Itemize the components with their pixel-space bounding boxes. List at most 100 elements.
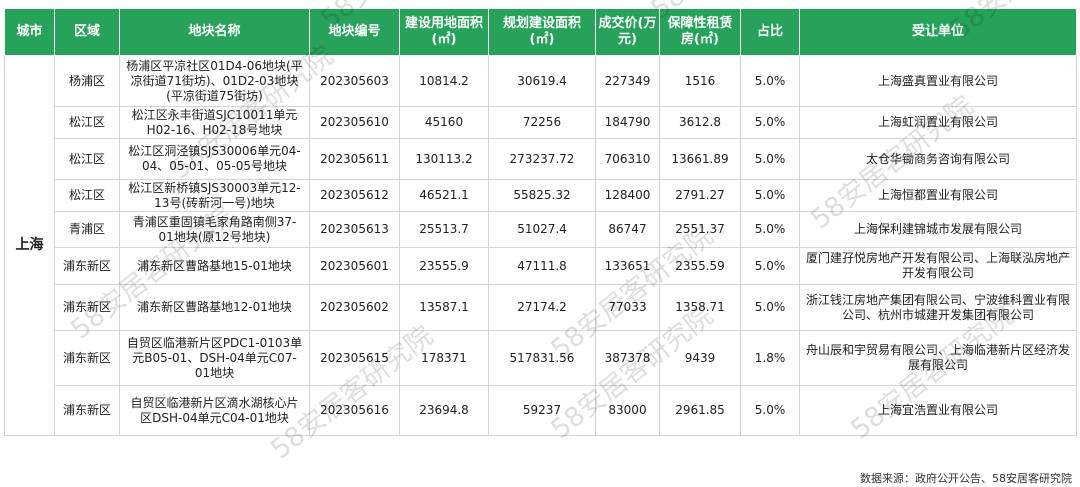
- rental-housing-cell: 1516: [659, 55, 741, 107]
- plot-name-cell: 杨浦区平凉社区01D4-06地块(平凉街道71街坊)、01D2-03地块(平凉街…: [119, 55, 310, 107]
- header-build-area-line: (㎡): [529, 32, 555, 47]
- buyer-cell: 上海宜浩置业有限公司: [799, 385, 1077, 436]
- rental-housing-cell: 13661.89: [659, 138, 741, 180]
- rental-housing-cell: 3612.8: [659, 106, 741, 139]
- price-cell: 77033: [595, 284, 660, 331]
- header-build-area: 规划建设面积 (㎡): [488, 8, 596, 56]
- build-area-cell: 30619.4: [488, 55, 596, 107]
- plot-code-cell: 202305601: [309, 247, 400, 285]
- header-rental-housing: 保障性租赁 房(㎡): [659, 8, 741, 56]
- data-source-note: 数据来源：政府公开公告、58安居客研究院: [860, 472, 1072, 485]
- land-area-cell: 23694.8: [399, 385, 489, 436]
- land-area-cell: 25513.7: [399, 211, 489, 248]
- build-area-cell: 27174.2: [488, 284, 596, 331]
- header-buyer-line: 受让单位: [911, 24, 964, 39]
- land-deal-table: 城市 区域 地块名称 地块编号 建设用地面积 (㎡) 规划建设面积 (㎡) 成交价(万 元) 保障性…: [4, 8, 1077, 436]
- plot-code-cell: 202305615: [309, 330, 400, 386]
- table-row: 上海 杨浦区 杨浦区平凉社区01D4-06地块(平凉街道71街坊)、01D2-03地…: [4, 55, 1077, 436]
- land-area-cell: 23555.9: [399, 247, 489, 285]
- land-deal-table-container: 城市 区域 地块名称 地块编号 建设用地面积 (㎡) 规划建设面积 (㎡) 成交价(万 元) 保障性…: [4, 8, 1077, 436]
- header-price-line: 成交价(万: [598, 16, 657, 31]
- header-price-line: 元): [618, 32, 637, 47]
- price-cell: 133651: [595, 247, 660, 285]
- land-area-cell: 178371: [399, 330, 489, 386]
- land-area-cell: 130113.2: [399, 138, 489, 180]
- price-cell: 184790: [595, 106, 660, 139]
- table-row: 浦东新区 自贸区临港新片区滴水湖核心片区DSH-04单元C04-01地块 20230…: [5, 385, 1077, 436]
- plot-name-cell: 浦东新区曹路基地12-01地块: [119, 284, 310, 331]
- header-land-area: 建设用地面积 (㎡): [399, 8, 489, 56]
- price-cell: 227349: [595, 55, 660, 107]
- land-area-cell: 46521.1: [399, 179, 489, 212]
- buyer-cell: 浙江钱江房地产集团有限公司、宁波维科置业有限公司、杭州市城建开发集团有限公司: [799, 284, 1077, 331]
- ratio-cell: 5.0%: [740, 211, 800, 248]
- ratio-cell: 5.0%: [740, 55, 800, 107]
- plot-code-cell: 202305616: [309, 385, 400, 436]
- build-area-cell: 51027.4: [488, 211, 596, 248]
- area-cell: 浦东新区: [54, 330, 120, 386]
- plot-code-cell: 202305602: [309, 284, 400, 331]
- plot-code-cell: 202305611: [309, 138, 400, 180]
- table-row: 松江区 松江区新桥镇SJS30003单元12-13号(砖新河一号)地块 202305…: [5, 179, 1077, 212]
- header-city: 城市: [4, 8, 55, 56]
- build-area-cell: 517831.56: [488, 330, 596, 386]
- build-area-cell: 59237: [488, 385, 596, 436]
- build-area-cell: 47111.8: [488, 247, 596, 285]
- header-ratio-line: 占比: [756, 24, 783, 39]
- area-cell: 青浦区: [54, 211, 120, 248]
- ratio-cell: 5.0%: [740, 284, 800, 331]
- area-cell: 浦东新区: [54, 284, 120, 331]
- price-cell: 86747: [595, 211, 660, 248]
- plot-name-cell: 松江区洞泾镇SJS30006单元04-04、05-01、05-05号地块: [119, 138, 310, 180]
- build-area-cell: 55825.32: [488, 179, 596, 212]
- price-cell: 128400: [595, 179, 660, 212]
- ratio-cell: 1.8%: [740, 330, 800, 386]
- plot-code-cell: 202305612: [309, 179, 400, 212]
- header-rental-housing-line: 房(㎡): [681, 32, 719, 47]
- plot-name-cell: 自贸区临港新片区滴水湖核心片区DSH-04单元C04-01地块: [119, 385, 310, 436]
- build-area-cell: 273237.72: [488, 138, 596, 180]
- table-header-row: 城市 区域 地块名称 地块编号 建设用地面积 (㎡) 规划建设面积 (㎡) 成交价(万 元) 保障性…: [4, 8, 1077, 56]
- ratio-cell: 5.0%: [740, 106, 800, 139]
- header-land-area-line: 建设用地面积: [404, 16, 483, 31]
- plot-name-cell: 浦东新区曹路基地15-01地块: [119, 247, 310, 285]
- city-cell: 上海: [4, 55, 55, 436]
- rental-housing-cell: 1358.71: [659, 284, 741, 331]
- land-area-cell: 13587.1: [399, 284, 489, 331]
- buyer-cell: 上海盛真置业有限公司: [799, 55, 1077, 107]
- table-row: 浦东新区 自贸区临港新片区PDC1-0103单元B05-01、DSH-04单元C0…: [5, 330, 1077, 386]
- plot-code-cell: 202305610: [309, 106, 400, 139]
- table-row: 青浦区 青浦区重固镇毛家角路南侧37-01地块(原12号地块) 202305613 2…: [5, 211, 1077, 248]
- table-row: 松江区 松江区永丰街道SJC10011单元H02-16、H02-18号地块 2023…: [5, 106, 1077, 139]
- price-cell: 387378: [595, 330, 660, 386]
- rental-housing-cell: 2355.59: [659, 247, 741, 285]
- buyer-cell: 上海恒都置业有限公司: [799, 179, 1077, 212]
- ratio-cell: 5.0%: [740, 179, 800, 212]
- header-rental-housing-line: 保障性租赁: [667, 16, 733, 31]
- header-area: 区域: [54, 8, 120, 56]
- rental-housing-cell: 9439: [659, 330, 741, 386]
- buyer-cell: 舟山辰和宇贸易有限公司、上海临港新片区经济发展有限公司: [799, 330, 1077, 386]
- ratio-cell: 5.0%: [740, 247, 800, 285]
- header-plot-code: 地块编号: [309, 8, 400, 56]
- rental-housing-cell: 2791.27: [659, 179, 741, 212]
- buyer-cell: 厦门建孖悦房地产开发有限公司、上海联泓房地产开发有限公司: [799, 247, 1077, 285]
- header-price: 成交价(万 元): [595, 8, 660, 56]
- area-cell: 浦东新区: [54, 385, 120, 436]
- area-cell: 松江区: [54, 106, 120, 139]
- header-land-area-line: (㎡): [431, 32, 457, 47]
- area-cell: 浦东新区: [54, 247, 120, 285]
- rental-housing-cell: 2551.37: [659, 211, 741, 248]
- land-area-cell: 45160: [399, 106, 489, 139]
- ratio-cell: 5.0%: [740, 138, 800, 180]
- table-body: 上海 杨浦区 杨浦区平凉社区01D4-06地块(平凉街道71街坊)、01D2-03地…: [4, 55, 1077, 436]
- header-city-line: 城市: [16, 24, 43, 39]
- table-row: 松江区 松江区洞泾镇SJS30006单元04-04、05-01、05-05号地块 2…: [5, 138, 1077, 180]
- area-cell: 杨浦区: [54, 55, 120, 107]
- rental-housing-cell: 2961.85: [659, 385, 741, 436]
- header-area-line: 区域: [73, 24, 100, 39]
- table-row: 浦东新区 浦东新区曹路基地15-01地块 202305601 23555.9 47111…: [5, 247, 1077, 285]
- area-cell: 松江区: [54, 138, 120, 180]
- price-cell: 83000: [595, 385, 660, 436]
- land-area-cell: 10814.2: [399, 55, 489, 107]
